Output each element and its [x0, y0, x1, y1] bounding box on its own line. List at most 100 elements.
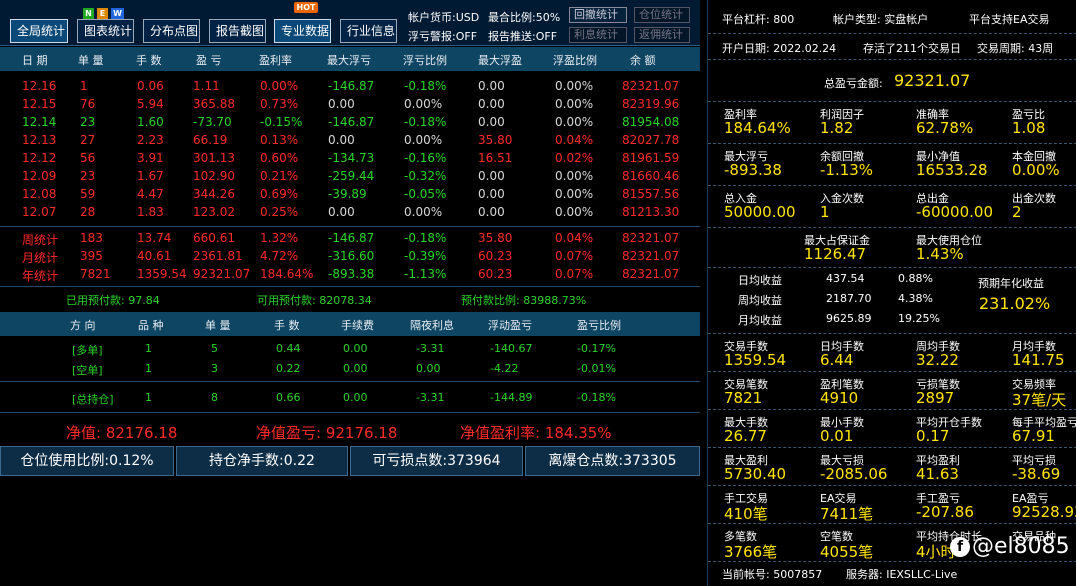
cell-profit-rate: 0.00% — [260, 79, 299, 93]
cell-pl: 102.90 — [193, 169, 235, 183]
cell-max-float-loss: -39.89 — [328, 187, 367, 201]
cell-date: 12.14 — [22, 115, 57, 129]
pos-lots: 0.22 — [276, 362, 301, 375]
report-screenshot-button[interactable]: 报告截图 — [209, 19, 266, 43]
stat-value: 184.64% — [724, 119, 791, 137]
stats-grid-row: 盈利率 184.64% 利润因子 1.82 准确率 62.78% 盈亏比 1.08 — [708, 102, 1076, 144]
stat-balance: 82321.07 — [622, 231, 680, 245]
cell-lots: 1.83 — [137, 205, 164, 219]
account-footer: 当前帐号: 5007857 服务器: IEXSLLC-Live — [708, 562, 1076, 586]
stat-value: -1.13% — [820, 161, 874, 179]
daily-row: 12.15 76 5.94 365.88 0.73% 0.00 0.00% 0.00 0.00%… — [0, 95, 700, 113]
daily-row: 12.14 23 1.60 -73.70 -0.15% -146.87 -0.18% 0.00… — [0, 113, 700, 131]
cell-lots: 1.60 — [137, 115, 164, 129]
stat-value: 5730.40 — [724, 465, 787, 483]
watermark: f @el8085 — [950, 534, 1070, 559]
stat-row: 周统计 183 13.74 660.61 1.32% -146.87 -0.18% 35.80… — [0, 229, 700, 247]
cell-float-loss-ratio: -0.18% — [404, 115, 447, 129]
stat-value: 0.00% — [1012, 161, 1060, 179]
stat-value: 62.78% — [916, 119, 974, 137]
pos-orders: 3 — [211, 362, 218, 375]
pos-float-pl: -144.89 — [490, 391, 533, 404]
stat-value: 92528.93 — [1012, 503, 1076, 521]
divider — [0, 412, 700, 413]
cell-pl: 123.02 — [193, 205, 235, 219]
cell-max-float-profit: 0.00 — [478, 97, 505, 111]
cell-max-float-loss: -146.87 — [328, 79, 375, 93]
cell-orders: 59 — [80, 187, 96, 201]
daily-row: 12.12 56 3.91 301.13 0.60% -134.73 -0.16% 16.51… — [0, 149, 700, 167]
interest-stats-button[interactable]: 利息统计 — [569, 27, 627, 43]
stat-value: 50000.00 — [724, 203, 796, 221]
cell-float-profit-ratio: 0.02% — [555, 151, 594, 165]
cell-orders: 23 — [80, 115, 96, 129]
cell-float-profit-ratio: 0.00% — [555, 169, 594, 183]
new-badge-n: N — [83, 8, 94, 19]
new-badge-e: E — [97, 8, 108, 19]
income-rate: 4.38% — [898, 292, 933, 305]
loss-points: 可亏损点数:373964 — [350, 446, 523, 476]
stat-balance: 82321.07 — [622, 249, 680, 263]
cell-lots: 3.91 — [137, 151, 164, 165]
stat-value: 7411笔 — [820, 505, 874, 523]
cell-max-float-loss: 0.00 — [328, 97, 355, 111]
income-label: 日均收益 — [738, 274, 782, 287]
pos-symbol: 1 — [145, 342, 152, 355]
stat-max-float-loss: -316.60 — [328, 249, 375, 263]
max-ratio: 最合比例:50% — [488, 11, 561, 24]
cell-date: 12.08 — [22, 187, 57, 201]
pos-direction: [空单] — [72, 364, 103, 377]
cell-profit-rate: 0.73% — [260, 97, 299, 111]
rebate-stats-button[interactable]: 返佣统计 — [634, 27, 690, 43]
stat-date: 月统计 — [22, 251, 59, 265]
cell-float-loss-ratio: 0.00% — [404, 133, 443, 147]
cell-max-float-loss: 0.00 — [328, 133, 355, 147]
stat-float-profit-ratio: 0.04% — [555, 231, 594, 245]
stat-value: 4910 — [820, 389, 859, 407]
cell-float-loss-ratio: -0.32% — [404, 169, 447, 183]
survival-days: 存活了211个交易日 — [863, 42, 961, 55]
new-badge-w: W — [111, 8, 124, 19]
pos-orders: 8 — [211, 391, 218, 404]
pro-data-button[interactable]: 专业数据 — [274, 19, 331, 43]
cell-pl: -73.70 — [193, 115, 232, 129]
cell-float-profit-ratio: 0.04% — [555, 133, 594, 147]
global-stats-button[interactable]: 全局统计 — [10, 19, 68, 43]
drawdown-stats-button[interactable]: 回撤统计 — [569, 7, 627, 23]
total-pl-label: 总盈亏金额: — [824, 77, 883, 90]
stat-value: -60000.00 — [916, 203, 993, 221]
max-position-value: 1.43% — [916, 245, 964, 263]
income-label: 月均收益 — [738, 314, 782, 327]
stat-max-float-profit: 60.23 — [478, 249, 513, 263]
total-position-row: [总持仓] 1 8 0.66 0.00 -3.31 -144.89 -0.18% — [0, 389, 700, 407]
cell-date: 12.12 — [22, 151, 57, 165]
bottom-bar: 仓位使用比例:0.12% 持仓净手数:0.22 可亏损点数:373964 离爆仓… — [0, 446, 700, 476]
cell-balance: 81660.46 — [622, 169, 680, 183]
stat-value: 2897 — [916, 389, 955, 407]
position-row: [多单] 1 5 0.44 0.00 -3.31 -140.67 -0.17% — [0, 340, 700, 358]
cell-date: 12.13 — [22, 133, 57, 147]
pos-orders: 5 — [211, 342, 218, 355]
position-stats-button[interactable]: 仓位统计 — [634, 7, 690, 23]
col-date: 日 期 — [22, 54, 48, 67]
distribution-plot-button[interactable]: 分布点图 — [143, 19, 200, 43]
stat-value: 3766笔 — [724, 543, 778, 561]
daily-row: 12.07 28 1.83 123.02 0.25% 0.00 0.00% 0.00 0.00%… — [0, 203, 700, 221]
stats-grid-row: 交易笔数 7821 盈利笔数 4910 亏损笔数 2897 交易频率 37笔/天 — [708, 372, 1076, 410]
stat-value: 1359.54 — [724, 351, 787, 369]
chart-stats-button[interactable]: 图表统计 — [77, 19, 134, 43]
stat-date: 年统计 — [22, 269, 59, 283]
income-value: 2187.70 — [826, 292, 872, 305]
cell-max-float-loss: -134.73 — [328, 151, 375, 165]
total-pl-value: 92321.07 — [894, 71, 971, 90]
cell-float-loss-ratio: 0.00% — [404, 97, 443, 111]
annual-return-label: 预期年化收益 — [978, 277, 1044, 290]
pos-lots: 0.66 — [276, 391, 301, 404]
cell-pl: 344.26 — [193, 187, 235, 201]
prepay-row: 已用预付款: 97.84 可用预付款: 82078.34 预付款比例: 8398… — [0, 286, 700, 310]
stat-value: 6.44 — [820, 351, 854, 369]
stat-row: 月统计 395 40.61 2361.81 4.72% -316.60 -0.39% 60.2… — [0, 247, 700, 265]
income-value: 437.54 — [826, 272, 865, 285]
stat-pl: 660.61 — [193, 231, 235, 245]
industry-info-button[interactable]: 行业信息 — [340, 19, 397, 43]
